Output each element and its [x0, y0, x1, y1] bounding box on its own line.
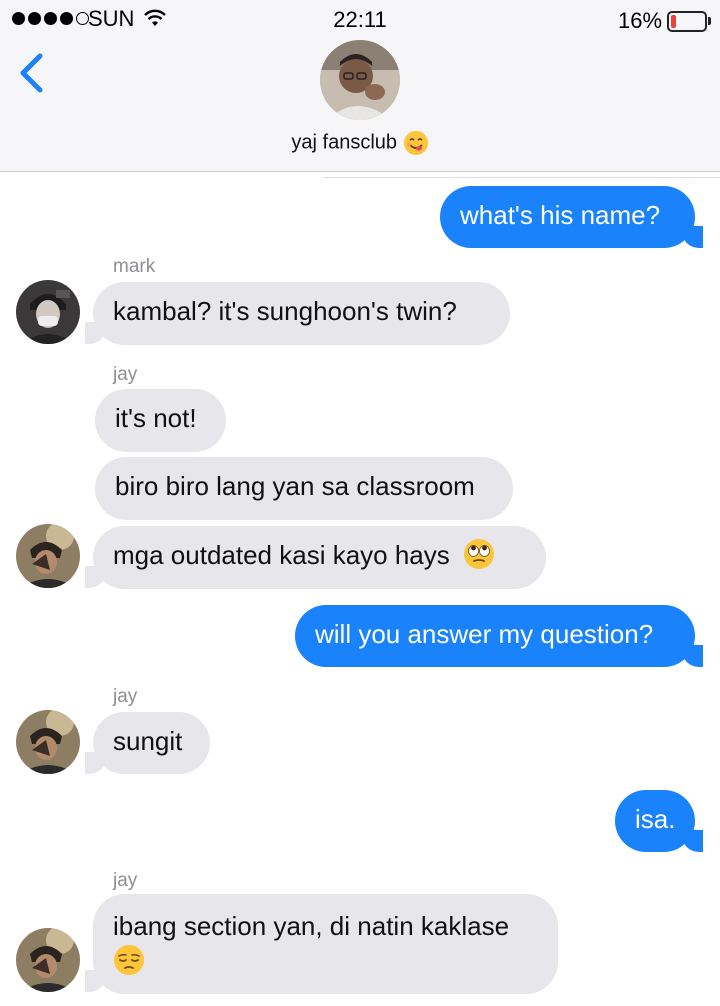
eye-roll-face-icon [464, 539, 494, 570]
message-text: what's his name? [460, 200, 661, 230]
incoming-bubble[interactable]: mga outdated kasi kayo hays [93, 526, 546, 589]
group-name[interactable]: yaj fansclub [0, 130, 720, 156]
incoming-bubble[interactable]: biro biro lang yan sa classroom [95, 457, 513, 520]
bubble-tail [683, 226, 703, 248]
message-text: it's not! [115, 403, 197, 433]
sender-name: jay [113, 870, 138, 891]
incoming-bubble[interactable]: ibang section yan, di natin kaklase [93, 894, 558, 994]
message-text: ibang section yan, di natin kaklase [113, 911, 510, 941]
message-text: biro biro lang yan sa classroom [115, 471, 475, 501]
conversation-header: SUN 22:11 16% yaj fansclub [0, 0, 720, 172]
battery-tip [708, 17, 711, 25]
bubble-tail [683, 830, 703, 852]
avatar-jay[interactable] [16, 524, 80, 588]
back-chevron-icon[interactable] [14, 50, 48, 96]
avatar-jay[interactable] [16, 710, 80, 774]
message-text: kambal? it's sunghoon's twin? [113, 296, 457, 326]
outgoing-bubble[interactable]: what's his name? [440, 186, 695, 248]
outgoing-bubble[interactable]: will you answer my question? [295, 605, 695, 667]
avatar-jay[interactable] [16, 928, 80, 992]
pensive-face-icon [114, 945, 144, 976]
avatar-mark[interactable] [16, 280, 80, 344]
message-text: mga outdated kasi kayo hays [113, 540, 450, 570]
divider [323, 177, 720, 178]
bubble-tail [85, 970, 105, 992]
message-text: will you answer my question? [315, 619, 654, 649]
group-name-text: yaj fansclub [291, 131, 398, 154]
yum-face-icon [403, 131, 428, 155]
clock: 22:11 [333, 7, 387, 32]
incoming-bubble[interactable]: it's not! [95, 389, 226, 452]
group-avatar[interactable] [320, 40, 400, 120]
message-text: sungit [113, 726, 183, 756]
bubble-tail [85, 566, 105, 588]
sender-name: jay [113, 686, 138, 707]
incoming-bubble[interactable]: sungit [93, 712, 210, 774]
bubble-tail [85, 322, 105, 344]
battery-icon [667, 11, 707, 32]
battery-level [671, 15, 676, 28]
sender-name: jay [113, 364, 138, 385]
battery-percentage: 16% [618, 8, 663, 33]
bubble-tail [85, 752, 105, 774]
sender-name: mark [113, 256, 156, 277]
incoming-bubble[interactable]: kambal? it's sunghoon's twin? [93, 282, 510, 345]
bubble-tail [683, 645, 703, 667]
message-text: isa. [635, 804, 676, 834]
status-bar: SUN 22:11 16% [0, 0, 720, 40]
